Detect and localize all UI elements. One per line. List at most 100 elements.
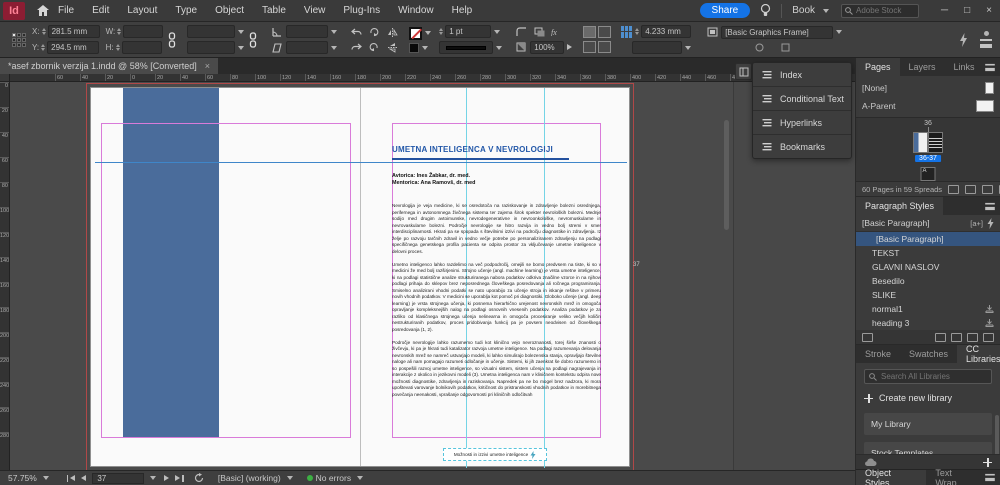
gap-field[interactable]: 4.233 mm xyxy=(641,25,692,38)
panel-button[interactable]: Conditional Text xyxy=(753,87,851,110)
chevron-down-icon[interactable] xyxy=(238,45,245,50)
y-position-field[interactable]: 294.5 mm xyxy=(47,41,100,54)
redo-icon[interactable] xyxy=(349,41,363,53)
paragraph-styles-tab[interactable]: Paragraph Styles xyxy=(856,197,944,215)
panel-button[interactable]: Bookmarks xyxy=(753,135,851,158)
rotate-90-ccw-icon[interactable] xyxy=(367,41,381,53)
menu-item[interactable]: View xyxy=(295,5,335,16)
panel-scrollbar[interactable] xyxy=(995,415,999,454)
chevron-right-icon[interactable] xyxy=(567,44,573,50)
fill-color-swatch[interactable] xyxy=(409,42,420,53)
stroke-weight-stepper[interactable] xyxy=(439,28,444,35)
quick-actions-lightning-icon[interactable] xyxy=(956,32,970,47)
chevron-down-icon[interactable] xyxy=(685,45,692,50)
preflight-refresh-icon[interactable] xyxy=(194,473,204,483)
selected-spread-label[interactable]: 36-37 xyxy=(915,155,941,162)
shear-angle-select[interactable] xyxy=(286,41,329,54)
cloud-status-icon[interactable] xyxy=(864,458,877,467)
preflight-status[interactable]: No errors xyxy=(306,473,364,483)
control-bar-menu-icon[interactable] xyxy=(980,39,992,48)
library-item[interactable]: Stock Templates xyxy=(864,442,992,454)
stroke-type-select[interactable] xyxy=(439,41,494,54)
panel-tab[interactable]: Layers xyxy=(900,58,945,76)
create-new-library-button[interactable]: Create new library xyxy=(864,393,992,403)
share-button[interactable]: Share xyxy=(699,3,751,18)
paragraph-style-item[interactable]: [Basic Paragraph] xyxy=(856,232,1000,246)
menu-item[interactable]: Plug-Ins xyxy=(334,5,389,16)
page-number-select[interactable]: 37 xyxy=(92,472,157,484)
paragraph-style-item[interactable]: normal1 xyxy=(856,302,1000,316)
style-group-icon[interactable] xyxy=(935,332,946,342)
panel-button[interactable]: Index xyxy=(753,63,851,86)
lightbulb-icon[interactable] xyxy=(760,4,771,17)
article-title-frame[interactable]: UMETNA INTELIGENCA V NEVROLOGIJI xyxy=(392,145,601,160)
wrap-bounding-box-icon[interactable] xyxy=(598,26,612,38)
panel-tab[interactable]: CC Libraries xyxy=(957,344,1000,364)
menu-item[interactable]: File xyxy=(49,5,83,16)
chevron-down-icon[interactable] xyxy=(331,29,338,34)
first-page-button[interactable] xyxy=(66,474,76,482)
create-new-page-icon[interactable] xyxy=(965,184,977,194)
panel-tab[interactable]: Text Wrap xyxy=(926,468,984,485)
height-field[interactable] xyxy=(121,41,162,54)
overset-indicator-icon[interactable] xyxy=(530,450,536,459)
next-page-thumbnail[interactable]: A xyxy=(920,167,936,181)
panel-tab[interactable]: Pages xyxy=(856,58,900,76)
chevron-down-icon[interactable] xyxy=(425,31,432,35)
object-style-select[interactable]: [Basic Graphics Frame] xyxy=(721,25,834,39)
auto-fit-icon[interactable] xyxy=(753,42,767,54)
libraries-search-input[interactable] xyxy=(881,372,981,381)
preflight-profile-select[interactable]: [Basic] (working) xyxy=(218,473,293,483)
secondary-select[interactable] xyxy=(632,41,683,54)
horizontal-ruler[interactable]: 60 40 20 0 20 40 60 80 100 120 140 160 180 200 220 240 2… xyxy=(10,74,855,82)
document-spread[interactable]: UMETNA INTELIGENCA V NEVROLOGIJI Avtoric… xyxy=(90,87,630,468)
spread-thumbnail[interactable] xyxy=(913,132,943,153)
zoom-level-select[interactable]: 57.75% xyxy=(8,473,49,483)
panel-tab[interactable]: Swatches xyxy=(900,345,957,363)
redefine-style-icon[interactable] xyxy=(862,332,873,342)
window-control-button[interactable]: ─ xyxy=(933,5,956,16)
menu-item[interactable]: Help xyxy=(443,5,482,16)
canvas-scrollbar[interactable] xyxy=(724,86,729,466)
pasteboard[interactable]: UMETNA INTELIGENCA V NEVROLOGIJI Avtoric… xyxy=(10,82,855,470)
w-stepper[interactable] xyxy=(117,28,122,35)
panel-tab[interactable]: Stroke xyxy=(856,345,900,363)
document-tab[interactable]: *asef zbornik verzija 1.indd @ 58% [Conv… xyxy=(0,58,218,74)
menu-item[interactable]: Type xyxy=(166,5,206,16)
rotate-90-cw-icon[interactable] xyxy=(367,26,381,38)
style-quick-apply-icon[interactable] xyxy=(987,217,994,229)
delete-style-icon[interactable] xyxy=(983,332,994,342)
parent-page-row[interactable]: [None] xyxy=(862,79,994,97)
previous-page-button[interactable] xyxy=(81,475,87,481)
scale-y-select[interactable] xyxy=(187,41,236,54)
new-style-icon[interactable] xyxy=(967,332,978,342)
stroke-weight-field[interactable]: 1 pt xyxy=(445,25,492,38)
corner-options-icon[interactable] xyxy=(514,26,528,38)
search-input[interactable] xyxy=(856,6,917,15)
reference-point-proxy[interactable] xyxy=(12,32,26,47)
caption-text-frame[interactable]: Možnosti in izzivi umetne inteligence xyxy=(443,448,547,461)
window-control-button[interactable]: × xyxy=(978,5,1000,16)
align-icon[interactable] xyxy=(621,25,634,38)
undo-icon[interactable] xyxy=(349,26,363,38)
panel-menu-icon[interactable] xyxy=(985,473,995,482)
panel-menu-icon[interactable] xyxy=(985,63,995,71)
clear-overrides-icon[interactable] xyxy=(951,332,962,342)
chevron-down-icon[interactable] xyxy=(238,29,245,34)
collapse-panels-icon[interactable] xyxy=(735,63,752,80)
paragraph-style-item[interactable]: Besedilo xyxy=(856,274,1000,288)
opacity-field[interactable]: 100% xyxy=(530,40,565,54)
menu-item[interactable]: Layout xyxy=(118,5,166,16)
panel-tab[interactable]: Object Styles xyxy=(856,468,927,485)
gap-stepper[interactable] xyxy=(635,28,640,35)
close-tab-icon[interactable]: × xyxy=(205,61,210,71)
width-field[interactable] xyxy=(123,25,164,38)
constrain-scale-icon[interactable] xyxy=(249,31,257,48)
last-page-button[interactable] xyxy=(175,474,184,482)
panel-menu-icon[interactable] xyxy=(985,202,995,210)
stroke-color-swatch[interactable] xyxy=(409,26,423,40)
drop-shadow-icon[interactable] xyxy=(532,26,546,38)
menu-item[interactable]: Edit xyxy=(83,5,118,16)
home-icon[interactable] xyxy=(37,5,49,16)
add-content-icon[interactable] xyxy=(983,457,992,467)
